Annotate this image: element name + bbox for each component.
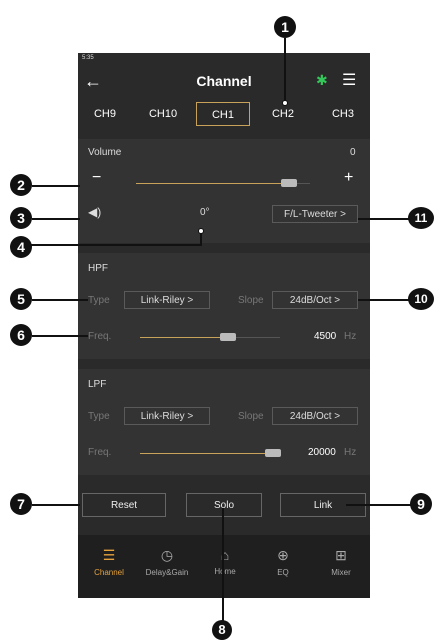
lpf-section: LPF Type Link-Riley > Slope 24dB/Oct > F… <box>78 369 370 475</box>
callout-8: 8 <box>212 620 232 640</box>
solo-button[interactable]: Solo <box>186 493 262 517</box>
lpf-freq-unit: Hz <box>344 447 357 458</box>
volume-slider-fill <box>136 183 289 184</box>
nav-mixer[interactable]: ⊞ Mixer <box>312 547 370 577</box>
timer-icon: ◷ <box>160 547 174 563</box>
callout-10: 10 <box>408 288 434 310</box>
nav-home[interactable]: ⌂ Home <box>196 547 254 576</box>
bluetooth-icon[interactable]: ✱ <box>316 72 328 89</box>
hpf-title: HPF <box>88 263 108 274</box>
volume-plus-button[interactable]: + <box>344 169 353 187</box>
hpf-type-select[interactable]: Link-Riley > <box>124 291 210 309</box>
nav-channel[interactable]: ☰ Channel <box>80 547 138 577</box>
lpf-slope-label: Slope <box>238 411 264 422</box>
hpf-freq-slider-fill <box>140 337 228 338</box>
tab-ch10[interactable]: CH10 <box>136 102 190 126</box>
volume-slider-thumb[interactable] <box>281 179 297 187</box>
hpf-type-label: Type <box>88 295 110 306</box>
channel-tabs: CH9 CH10 CH1 CH2 CH3 <box>78 102 370 126</box>
hpf-freq-unit: Hz <box>344 331 357 342</box>
home-icon: ⌂ <box>220 547 230 563</box>
reset-button[interactable]: Reset <box>82 493 166 517</box>
volume-minus-button[interactable]: − <box>92 169 101 187</box>
callout-9: 9 <box>410 493 432 515</box>
speaker-icon[interactable]: ◀) <box>88 205 101 219</box>
callout-line-2 <box>32 185 80 187</box>
callout-line-11 <box>358 218 410 220</box>
lpf-title: LPF <box>88 379 107 390</box>
nav-label: Channel <box>94 568 124 577</box>
callout-5: 5 <box>10 288 32 310</box>
callout-dot-1 <box>282 100 288 106</box>
bottom-nav: ☰ Channel ◷ Delay&Gain ⌂ Home ⊕ EQ ⊞ Mix… <box>78 535 370 598</box>
callout-7: 7 <box>10 493 32 515</box>
phone-screen: 5:35 ← Channel ✱ ☰ CH9 CH10 CH1 CH2 CH3 … <box>78 53 370 598</box>
tab-ch1[interactable]: CH1 <box>196 102 250 126</box>
callout-dot-4 <box>198 228 204 234</box>
hpf-freq-value[interactable]: 4500 <box>314 331 336 342</box>
status-time: 5:35 <box>82 55 94 61</box>
lpf-freq-slider-fill <box>140 453 273 454</box>
nav-label: Delay&Gain <box>145 568 189 577</box>
list-icon: ☰ <box>102 547 116 563</box>
callout-line-3 <box>32 218 80 220</box>
phase-value[interactable]: 0° <box>200 207 210 218</box>
lpf-freq-slider-thumb[interactable] <box>265 449 281 457</box>
volume-value: 0 <box>350 147 356 158</box>
callout-line-9 <box>346 504 412 506</box>
nav-label: Mixer <box>331 568 351 577</box>
callout-line-10 <box>358 299 410 301</box>
callout-line-6 <box>32 335 88 337</box>
hpf-slope-label: Slope <box>238 295 264 306</box>
speaker-select[interactable]: F/L-Tweeter > <box>272 205 358 223</box>
callout-line-4 <box>24 244 200 246</box>
tab-ch3[interactable]: CH3 <box>316 102 370 126</box>
hpf-freq-slider-thumb[interactable] <box>220 333 236 341</box>
lpf-slope-select[interactable]: 24dB/Oct > <box>272 407 358 425</box>
volume-label: Volume <box>88 147 122 158</box>
callout-line-8 <box>222 508 224 626</box>
lpf-freq-value[interactable]: 20000 <box>308 447 336 458</box>
mixer-icon: ⊞ <box>335 547 347 563</box>
nav-label: EQ <box>277 568 289 577</box>
callout-3: 3 <box>10 207 32 229</box>
eq-icon: ⊕ <box>277 547 289 563</box>
nav-label: Home <box>214 567 236 576</box>
lpf-type-label: Type <box>88 411 110 422</box>
hpf-section: HPF Type Link-Riley > Slope 24dB/Oct > F… <box>78 253 370 359</box>
menu-icon[interactable]: ☰ <box>342 70 356 90</box>
callout-line-5 <box>32 299 88 301</box>
callout-11: 11 <box>408 207 434 229</box>
volume-section: Volume 0 − + ◀) 0° F/L-Tweeter > <box>78 139 370 243</box>
callout-1: 1 <box>274 16 296 38</box>
callout-6: 6 <box>10 324 32 346</box>
hpf-slope-select[interactable]: 24dB/Oct > <box>272 291 358 309</box>
callout-line-7 <box>32 504 80 506</box>
callout-line-1 <box>284 38 286 102</box>
status-bar: 5:35 <box>78 53 370 63</box>
nav-delay-gain[interactable]: ◷ Delay&Gain <box>138 547 196 577</box>
nav-eq[interactable]: ⊕ EQ <box>254 547 312 577</box>
callout-4: 4 <box>10 236 32 258</box>
lpf-freq-label: Freq. <box>88 447 112 458</box>
tab-ch9[interactable]: CH9 <box>80 102 130 126</box>
lpf-type-select[interactable]: Link-Riley > <box>124 407 210 425</box>
hpf-freq-label: Freq. <box>88 331 112 342</box>
top-bar: ← Channel ✱ ☰ <box>78 65 370 99</box>
callout-2: 2 <box>10 174 32 196</box>
